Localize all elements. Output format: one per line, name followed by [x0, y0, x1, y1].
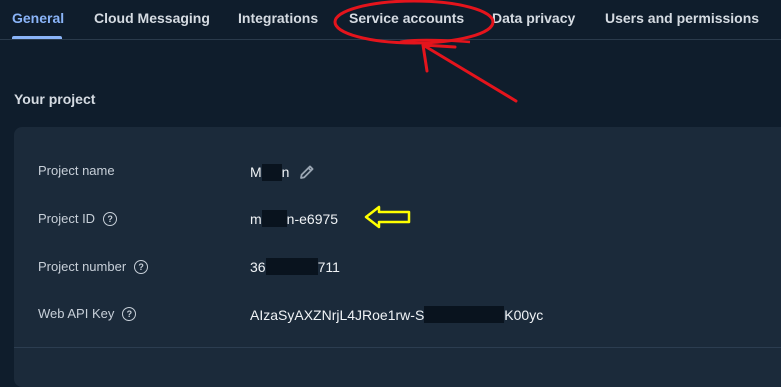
help-circle-icon[interactable]: ? — [122, 306, 137, 321]
project-id-suffix: n-e6975 — [286, 210, 339, 227]
redaction-box — [265, 258, 318, 275]
web-api-key-value: AIzaSyAXZNrjL4JRoe1rw-S K00yc — [250, 306, 543, 323]
project-id-label: Project ID ? — [38, 211, 118, 226]
project-name-label-text: Project name — [38, 163, 115, 178]
project-number-value: 36 711 — [250, 258, 340, 275]
redaction-box — [424, 306, 505, 323]
tab-general[interactable]: General — [12, 10, 64, 26]
help-circle-icon[interactable]: ? — [103, 211, 118, 226]
project-id-label-text: Project ID — [38, 211, 96, 226]
web-api-key-prefix: AIzaSyAXZNrjL4JRoe1rw-S — [250, 306, 425, 323]
redaction-box — [261, 163, 282, 181]
red-circle-annotation — [399, 38, 471, 44]
section-title: Your project — [14, 91, 96, 107]
redaction-box — [261, 210, 287, 227]
project-number-suffix: 711 — [317, 258, 340, 275]
project-number-label-text: Project number — [38, 259, 127, 274]
project-number-prefix: 36 — [250, 258, 266, 275]
project-card — [14, 127, 781, 387]
project-name-suffix: n — [281, 164, 290, 180]
project-id-prefix: m — [250, 210, 262, 227]
row-divider — [14, 347, 781, 348]
web-api-key-label-text: Web API Key — [38, 306, 115, 321]
tab-service-accounts[interactable]: Service accounts — [349, 10, 464, 26]
project-number-label: Project number ? — [38, 259, 149, 274]
pencil-icon[interactable] — [297, 162, 317, 182]
tab-users-and-permissions[interactable]: Users and permissions — [605, 10, 759, 26]
red-arrow-annotation — [421, 43, 518, 103]
project-name-prefix: M — [250, 164, 262, 180]
project-id-value: m n-e6975 — [250, 210, 338, 227]
tab-integrations[interactable]: Integrations — [238, 10, 318, 26]
active-tab-indicator — [12, 36, 62, 39]
web-api-key-suffix: K00yc — [504, 306, 544, 323]
web-api-key-label: Web API Key ? — [38, 306, 137, 321]
project-name-label: Project name — [38, 163, 115, 178]
tab-data-privacy[interactable]: Data privacy — [492, 10, 575, 26]
help-circle-icon[interactable]: ? — [134, 259, 149, 274]
tab-bar: General Cloud Messaging Integrations Ser… — [0, 0, 781, 40]
project-name-value: M n — [250, 162, 317, 182]
tab-cloud-messaging[interactable]: Cloud Messaging — [94, 10, 210, 26]
